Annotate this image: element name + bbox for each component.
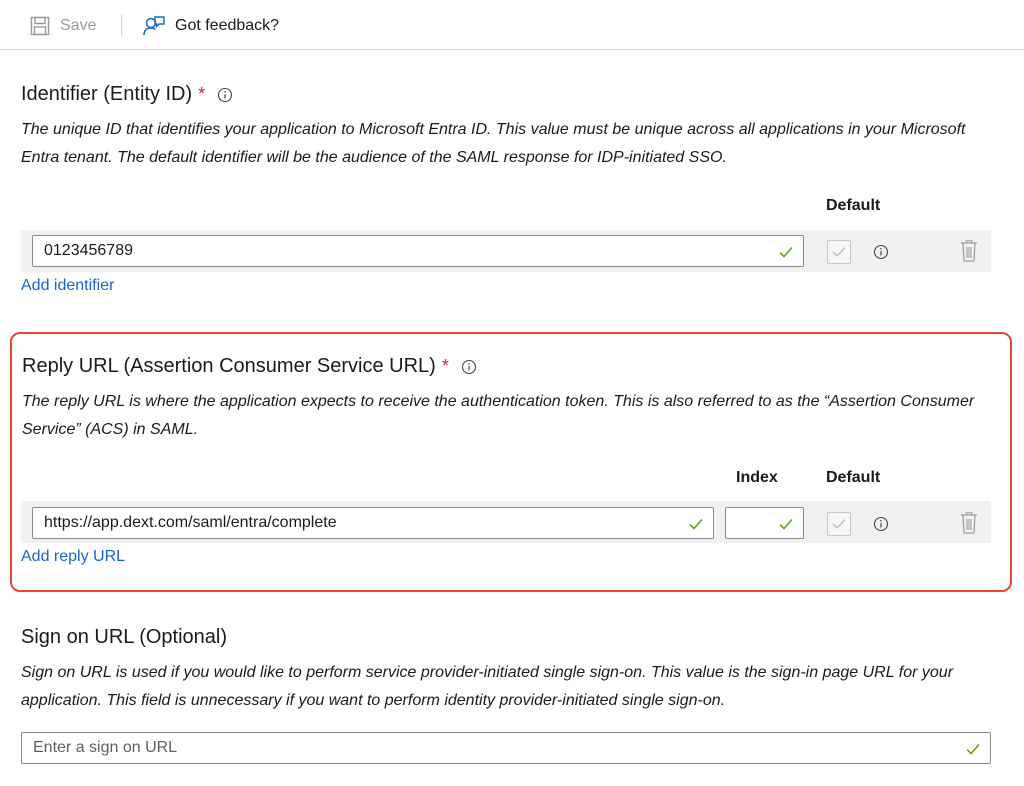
default-column-header: Default (826, 469, 881, 486)
add-reply-url-link[interactable]: Add reply URL (21, 548, 125, 566)
identifier-value: 0123456789 (44, 242, 133, 259)
info-icon[interactable] (873, 516, 889, 537)
required-marker: * (441, 356, 449, 376)
sign-on-url-title-text: Sign on URL (Optional) (21, 626, 228, 648)
sign-on-url-description: Sign on URL is used if you would like to… (21, 664, 954, 709)
check-icon (778, 516, 794, 537)
identifier-title-text: Identifier (Entity ID) (21, 83, 193, 105)
reply-url-title-text: Reply URL (Assertion Consumer Service UR… (22, 355, 436, 377)
reply-url-title: Reply URL (Assertion Consumer Service UR… (22, 355, 477, 378)
check-icon (965, 741, 981, 762)
reply-url-input[interactable]: https://app.dext.com/saml/entra/complete (32, 507, 714, 539)
reply-url-value: https://app.dext.com/saml/entra/complete (44, 514, 337, 531)
save-label: Save (60, 17, 97, 34)
delete-icon[interactable] (960, 512, 978, 539)
save-button[interactable]: Save (30, 11, 96, 41)
feedback-button[interactable]: Got feedback? (142, 11, 279, 41)
info-icon[interactable] (873, 244, 889, 265)
identifier-title: Identifier (Entity ID) * (21, 83, 233, 106)
command-bar: Save Got feedback? (0, 0, 1024, 50)
info-icon[interactable] (217, 87, 233, 103)
identifier-input[interactable]: 0123456789 (32, 235, 804, 267)
required-marker: * (198, 84, 206, 104)
info-icon[interactable] (461, 359, 477, 375)
toolbar-divider (121, 14, 122, 36)
default-checkbox[interactable] (827, 512, 851, 536)
index-input[interactable] (725, 507, 804, 539)
feedback-label: Got feedback? (175, 17, 280, 34)
save-icon (30, 16, 50, 36)
default-column-header: Default (826, 197, 881, 214)
sign-on-url-title: Sign on URL (Optional) (21, 626, 227, 649)
reply-url-description: The reply URL is where the application e… (22, 393, 975, 438)
identifier-description: The unique ID that identifies your appli… (21, 121, 966, 166)
delete-icon[interactable] (960, 240, 978, 267)
feedback-icon (143, 16, 165, 36)
check-icon (778, 244, 794, 265)
check-icon (688, 516, 704, 537)
index-column-header: Index (736, 469, 778, 486)
sign-on-url-input[interactable]: Enter a sign on URL (21, 732, 991, 764)
sign-on-url-placeholder: Enter a sign on URL (33, 739, 178, 756)
add-identifier-link[interactable]: Add identifier (21, 277, 114, 295)
default-checkbox[interactable] (827, 240, 851, 264)
